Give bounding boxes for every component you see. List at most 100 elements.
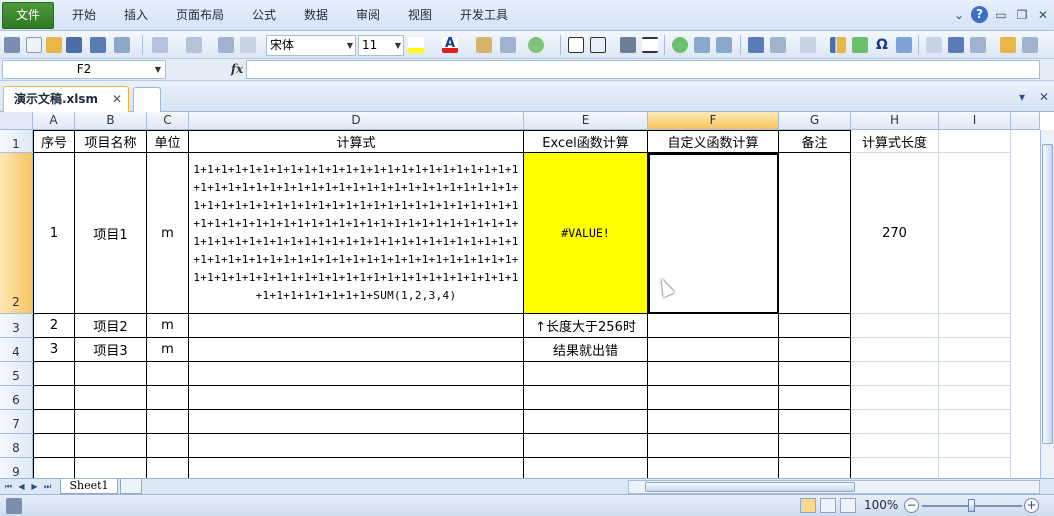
horizontal-scrollbar[interactable] [628,480,1040,494]
cell-h5[interactable] [851,362,939,386]
font-color-icon[interactable]: A [442,37,458,53]
chevron-down-icon[interactable]: ▾ [1014,89,1030,105]
undo-icon[interactable] [152,37,168,53]
format-painter-icon[interactable] [476,37,492,53]
cell-d3[interactable] [189,314,524,338]
formula-input[interactable] [246,60,1040,79]
addin-icon[interactable] [528,37,544,53]
print-icon[interactable] [218,37,234,53]
tab-view[interactable]: 视图 [408,0,432,31]
restore-icon[interactable]: ❐ [1014,7,1030,23]
tab-home[interactable]: 开始 [72,0,96,31]
cell-i7[interactable] [939,410,1011,434]
zoom-out-icon[interactable]: − [904,498,919,513]
tab-review[interactable]: 审阅 [356,0,380,31]
insert-sheet-icon[interactable] [120,479,142,494]
tab-insert[interactable]: 插入 [124,0,148,31]
sort-icon[interactable] [800,37,816,53]
cell-a8[interactable] [33,434,75,458]
cell-b9[interactable] [75,458,147,478]
filter-icon[interactable] [926,37,942,53]
lock-icon[interactable] [1000,37,1016,53]
cell-c1[interactable]: 单位 [147,130,189,153]
prev-sheet-icon[interactable]: ◀ [16,480,27,493]
fill-color-icon[interactable] [408,37,424,53]
row-header-9[interactable]: 9 [0,458,33,478]
cell-c3[interactable]: m [147,314,189,338]
cell-e3[interactable]: ↑长度大于256时 [524,314,648,338]
cell-f8[interactable] [648,434,779,458]
cell-f6[interactable] [648,386,779,410]
cell-b3[interactable]: 项目2 [75,314,147,338]
borders-icon[interactable] [568,37,584,53]
cell-b1[interactable]: 项目名称 [75,130,147,153]
cell-f3[interactable] [648,314,779,338]
cell-h1[interactable]: 计算式长度 [851,130,939,153]
cell-g5[interactable] [779,362,851,386]
name-box[interactable]: F2 ▼ [2,60,166,79]
close-icon[interactable]: ✕ [1036,89,1052,105]
column-header-a[interactable]: A [33,112,75,130]
column-header-f[interactable]: F [648,112,779,130]
cell-b6[interactable] [75,386,147,410]
page-layout-view-icon[interactable] [820,498,836,513]
cell-h6[interactable] [851,386,939,410]
cell-a6[interactable] [33,386,75,410]
cell-h8[interactable] [851,434,939,458]
column-header-c[interactable]: C [147,112,189,130]
tab-developer[interactable]: 开发工具 [460,0,508,31]
cell-b4[interactable]: 项目3 [75,338,147,362]
vertical-scroll-thumb[interactable] [1042,144,1053,444]
cell-g3[interactable] [779,314,851,338]
cell-a2[interactable]: 1 [33,153,75,314]
cell-b2[interactable]: 项目1 [75,153,147,314]
row-header-6[interactable]: 6 [0,386,33,410]
permission-icon[interactable] [114,37,130,53]
cell-f4[interactable] [648,338,779,362]
cell-i2[interactable] [939,153,1011,314]
cell-f9[interactable] [648,458,779,478]
window-icon[interactable] [748,37,764,53]
tab-formulas[interactable]: 公式 [252,0,276,31]
cell-a9[interactable] [33,458,75,478]
cell-g6[interactable] [779,386,851,410]
cell-d6[interactable] [189,386,524,410]
cell-style-icon[interactable] [500,37,516,53]
cell-d7[interactable] [189,410,524,434]
copy-icon[interactable] [240,37,256,53]
cell-h3[interactable] [851,314,939,338]
cell-f1[interactable]: 自定义函数计算 [648,130,779,153]
row-header-7[interactable]: 7 [0,410,33,434]
cell-g2[interactable] [779,153,851,314]
zoom-slider-knob[interactable] [968,499,975,512]
cell-e9[interactable] [524,458,648,478]
cell-a1[interactable]: 序号 [33,130,75,153]
row-header-5[interactable]: 5 [0,362,33,386]
form-icon[interactable] [694,37,710,53]
insert-function-icon[interactable]: fx [228,60,246,79]
first-sheet-icon[interactable]: ⏮ [3,480,14,493]
cell-b7[interactable] [75,410,147,434]
tab-data[interactable]: 数据 [304,0,328,31]
cell-g8[interactable] [779,434,851,458]
cell-e4[interactable]: 结果就出错 [524,338,648,362]
font-size-select[interactable]: 11 ▼ [358,35,404,56]
list-icon[interactable] [716,37,732,53]
new-workbook-tab[interactable] [133,87,161,112]
cell-a3[interactable]: 2 [33,314,75,338]
cell-i1[interactable] [939,130,1011,153]
zoom-in-icon[interactable]: + [1024,498,1039,513]
cell-d1[interactable]: 计算式 [189,130,524,153]
cell-c2[interactable]: m [147,153,189,314]
tab-page-layout[interactable]: 页面布局 [176,0,224,31]
cell-e5[interactable] [524,362,648,386]
cell-e6[interactable] [524,386,648,410]
file-tab[interactable]: 文件 [2,2,54,29]
row-header-1[interactable]: 1 [0,130,33,153]
save-icon[interactable] [66,37,82,53]
camera-icon[interactable] [620,37,636,53]
cell-d4[interactable] [189,338,524,362]
cell-a7[interactable] [33,410,75,434]
normal-view-icon[interactable] [800,498,816,513]
cell-g4[interactable] [779,338,851,362]
